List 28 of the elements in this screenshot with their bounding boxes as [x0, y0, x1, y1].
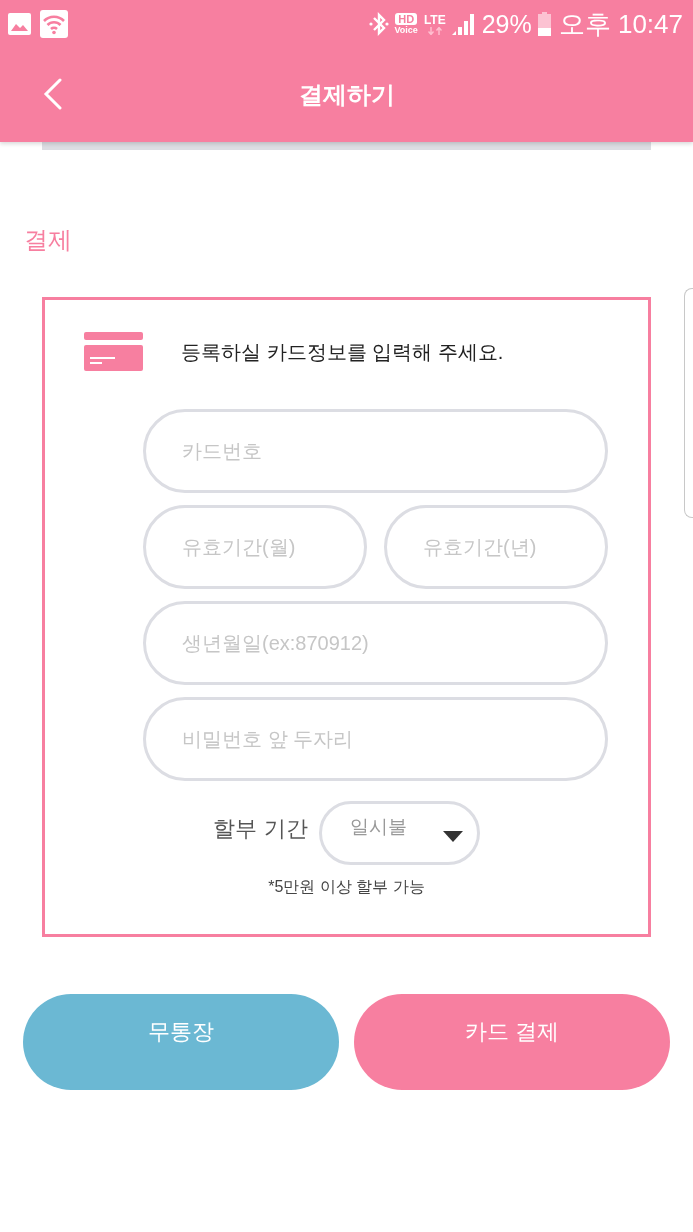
section-title: 결제: [24, 226, 72, 254]
battery-percent: 29%: [481, 11, 532, 37]
installment-label: 할부 기간: [213, 814, 308, 843]
text-input-field[interactable]: 생년월일(ex:870912): [143, 601, 608, 685]
dropdown-caret-icon: [442, 830, 463, 842]
clock-time: 오후 10:47: [558, 11, 683, 37]
text-input-field[interactable]: 비밀번호 앞 두자리: [143, 697, 608, 781]
installment-select[interactable]: 일시불: [318, 801, 480, 865]
text-input-field[interactable]: 유효기간(월): [143, 505, 367, 589]
page-title: 결제하기: [298, 80, 395, 110]
bluetooth-icon: [368, 12, 389, 36]
hd-badge: HD: [395, 13, 418, 25]
text-input-field[interactable]: 카드번호: [143, 409, 608, 493]
lte-label: LTE: [423, 13, 446, 27]
payment-button[interactable]: 카드 결제: [354, 994, 670, 1090]
data-arrows-icon: [427, 26, 442, 35]
card-form-heading: 등록하실 카드정보를 입력해 주세요.: [181, 339, 504, 365]
gallery-icon: [8, 13, 31, 35]
installment-note: *5만원 이상 할부 가능: [268, 877, 425, 897]
credit-card-icon: [84, 332, 143, 371]
battery-icon: [537, 12, 551, 36]
wifi-icon: [40, 10, 68, 38]
payment-button[interactable]: 무통장: [23, 994, 339, 1090]
text-input-field[interactable]: 유효기간(년): [384, 505, 608, 589]
voice-label: Voice: [394, 25, 418, 35]
side-drawer-handle[interactable]: [684, 288, 693, 518]
back-chevron-icon: [42, 78, 62, 110]
signal-icon: [451, 13, 476, 35]
